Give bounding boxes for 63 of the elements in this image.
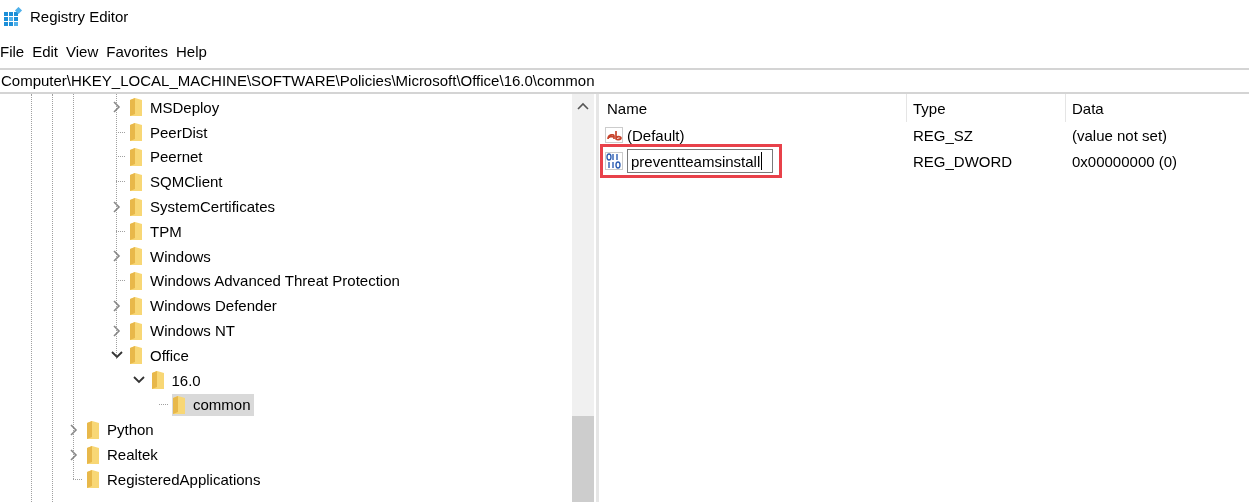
scroll-up-icon[interactable]	[577, 102, 589, 110]
tree-item[interactable]: 16.0	[150, 369, 204, 392]
chevron-down-icon[interactable]	[132, 375, 145, 386]
tree-item[interactable]: Windows Advanced Threat Protection	[129, 269, 403, 292]
tree-item[interactable]: PeerDist	[129, 121, 211, 144]
chevron-right-icon[interactable]	[112, 101, 122, 114]
folder-icon	[150, 370, 165, 391]
column-header[interactable]: Data	[1066, 94, 1249, 122]
tree-item[interactable]: Peernet	[129, 146, 206, 168]
tree-item[interactable]: Realtek	[86, 443, 161, 466]
folder-icon	[129, 97, 143, 118]
folder-icon	[129, 221, 143, 242]
tree-item[interactable]: common	[172, 393, 254, 416]
folder-icon	[129, 246, 143, 267]
menu-item[interactable]: View	[66, 42, 105, 60]
window-title: Registry Editor	[30, 8, 129, 25]
chevron-right-icon[interactable]	[112, 324, 122, 337]
folder-icon	[129, 295, 143, 316]
chevron-right-icon[interactable]	[69, 423, 79, 436]
menu-item[interactable]: Favorites	[106, 42, 174, 60]
value-type: REG_SZ	[912, 126, 974, 144]
tree-item[interactable]: Python	[86, 418, 157, 441]
chevron-right-icon[interactable]	[112, 250, 122, 263]
rename-field[interactable]: preventteamsinstall	[627, 149, 774, 173]
chevron-right-icon[interactable]	[112, 299, 122, 312]
folder-icon	[129, 320, 143, 341]
value-name: (Default)	[627, 126, 685, 144]
registry-icon	[3, 6, 23, 27]
column-header[interactable]: Name	[604, 94, 907, 122]
value-type: REG_DWORD	[912, 152, 1014, 170]
chevron-down-icon[interactable]	[111, 350, 123, 361]
tree-item[interactable]: SQMClient	[129, 170, 226, 193]
menu-item[interactable]: File	[0, 42, 31, 60]
folder-icon	[129, 196, 143, 217]
tree-item[interactable]: RegisteredApplications	[86, 468, 264, 491]
column-header[interactable]: Type	[907, 94, 1066, 122]
address-bar[interactable]: Computer\HKEY_LOCAL_MACHINE\SOFTWARE\Policies\Microsoft\Office\16.0\common	[0, 68, 1249, 94]
scrollbar-thumb[interactable]	[572, 416, 594, 502]
folder-icon	[172, 394, 186, 415]
tree-item[interactable]: Windows Defender	[129, 294, 280, 317]
folder-icon	[129, 147, 143, 167]
tree-item[interactable]: SystemCertificates	[129, 195, 279, 218]
binary-value-icon	[605, 152, 623, 170]
folder-icon	[129, 345, 143, 366]
tree-item[interactable]: Windows	[129, 245, 214, 268]
value-data: 0x00000000 (0)	[1071, 152, 1179, 170]
chevron-right-icon[interactable]	[69, 448, 79, 461]
folder-icon	[129, 171, 143, 192]
folder-icon	[86, 444, 100, 465]
tree-item[interactable]: MSDeploy	[129, 96, 223, 119]
tree-item[interactable]: Windows NT	[129, 319, 238, 342]
string-value-icon	[605, 127, 623, 143]
tree-item[interactable]: TPM	[129, 220, 185, 243]
folder-icon	[86, 469, 100, 490]
menu-item[interactable]: Help	[175, 42, 213, 60]
value-data: (value not set)	[1071, 126, 1169, 144]
folder-icon	[129, 122, 143, 143]
tree-item[interactable]: Office	[129, 344, 192, 367]
folder-icon	[129, 270, 143, 291]
folder-icon	[86, 419, 100, 440]
scrollbar[interactable]	[572, 94, 594, 502]
chevron-right-icon[interactable]	[112, 200, 122, 213]
menu-item[interactable]: Edit	[32, 42, 65, 60]
